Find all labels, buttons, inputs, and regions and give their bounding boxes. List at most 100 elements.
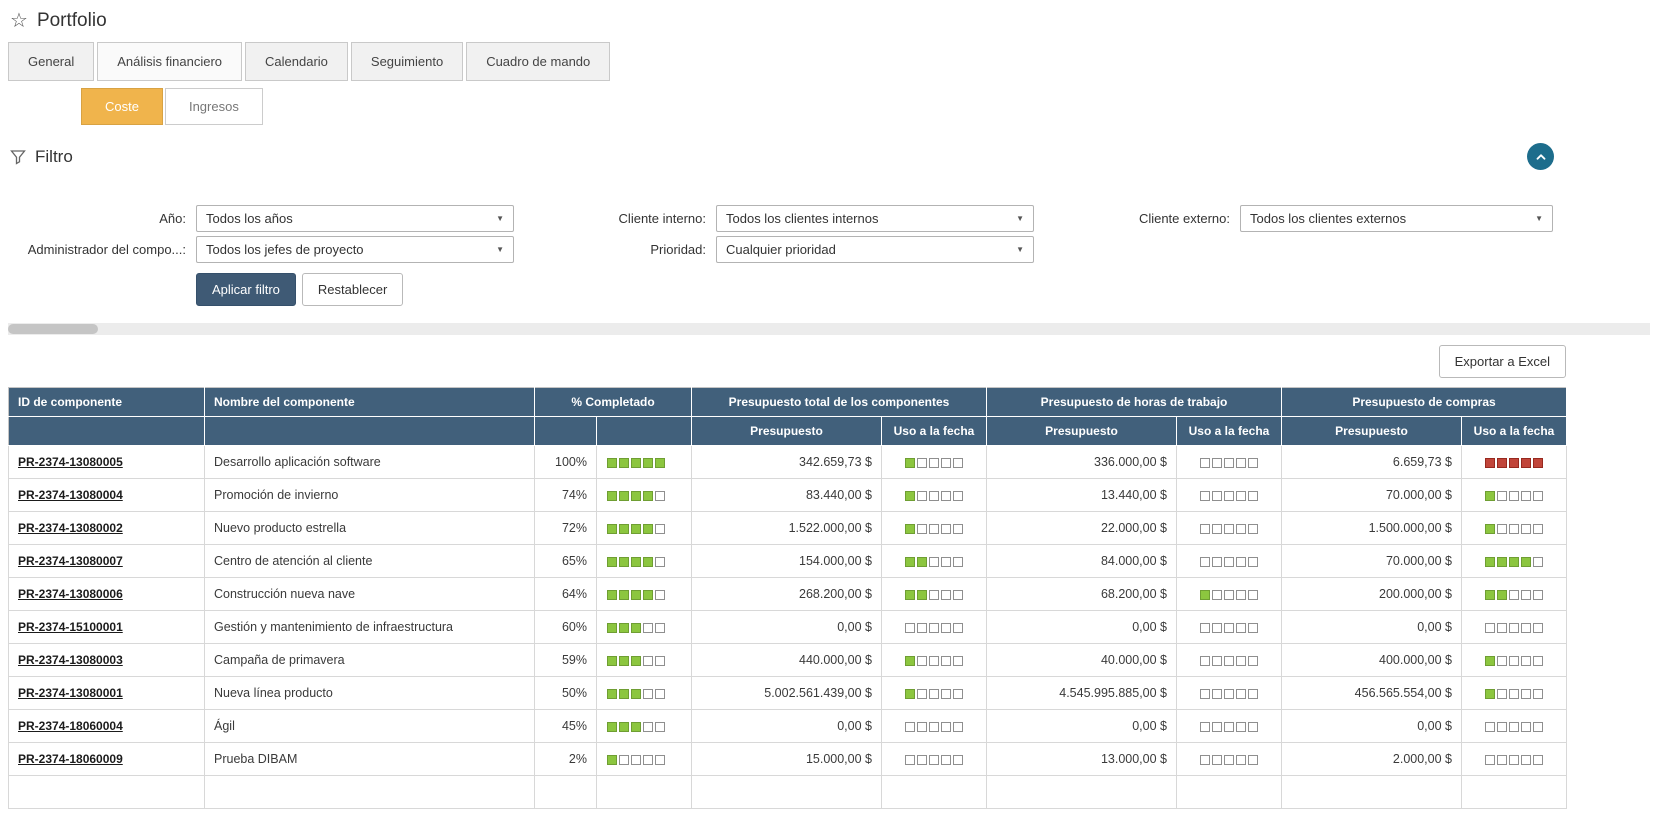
tab-seguimiento[interactable]: Seguimiento	[350, 42, 464, 81]
progress-squares	[606, 587, 666, 601]
empty-square	[1248, 754, 1258, 765]
subcolumn-header-uso-a-la-fecha-5: Uso a la fecha	[881, 416, 987, 446]
filled-green-square	[607, 556, 617, 567]
empty-square	[1224, 490, 1234, 501]
hours-budget-cell: 0,00 $	[986, 610, 1177, 644]
dropdown-arrow-icon: ▼	[1016, 214, 1024, 223]
empty-cell	[691, 775, 882, 809]
apply-filter-button[interactable]: Aplicar filtro	[196, 273, 296, 306]
hours-usage-cell	[1176, 742, 1282, 776]
component-id-link[interactable]: PR-2374-13080002	[18, 521, 123, 535]
component-id-link[interactable]: PR-2374-13080006	[18, 587, 123, 601]
filled-red-square	[1485, 457, 1495, 468]
progress-squares	[1484, 554, 1544, 568]
progress-squares	[1484, 752, 1544, 766]
purchases-budget-cell: 1.500.000,00 $	[1281, 511, 1462, 545]
empty-square	[929, 754, 939, 765]
total-usage-cell	[881, 709, 987, 743]
empty-square	[1497, 622, 1507, 633]
component-id-link[interactable]: PR-2374-13080005	[18, 455, 123, 469]
progress-squares	[1484, 587, 1544, 601]
empty-square	[953, 754, 963, 765]
progress-squares	[1199, 488, 1259, 502]
collapse-filter-button[interactable]	[1527, 143, 1554, 170]
component-id-link[interactable]: PR-2374-15100001	[18, 620, 123, 634]
main-tabs: General Análisis financiero Calendario Segu…	[8, 42, 1650, 81]
filter-select-administrador-del-componente[interactable]: Todos los jefes de proyecto ▼	[196, 236, 514, 263]
filled-green-square	[631, 523, 641, 534]
filled-green-square	[643, 589, 653, 600]
filter-section: Filtro Año: Todos los años ▼ Cliente intern…	[8, 143, 1650, 306]
percent-complete-cell: 50%	[534, 676, 597, 710]
empty-square	[1212, 457, 1222, 468]
empty-square	[1521, 490, 1531, 501]
filter-select-cliente-interno[interactable]: Todos los clientes internos ▼	[716, 205, 1034, 232]
subtab-ingresos[interactable]: Ingresos	[164, 88, 263, 125]
empty-square	[1533, 523, 1543, 534]
filled-green-square	[619, 622, 629, 633]
hours-budget-cell: 13.000,00 $	[986, 742, 1177, 776]
filled-green-square	[917, 589, 927, 600]
progress-squares	[1199, 587, 1259, 601]
empty-square	[929, 490, 939, 501]
progress-squares	[1484, 719, 1544, 733]
hours-usage-cell	[1176, 478, 1282, 512]
empty-square	[917, 721, 927, 732]
empty-square	[1248, 622, 1258, 633]
column-header-presupuesto-total-de-los-componentes: Presupuesto total de los componentes	[691, 387, 987, 417]
component-id-link[interactable]: PR-2374-18060009	[18, 752, 123, 766]
tab-general[interactable]: General	[8, 42, 95, 81]
tab-cuadro-de-mando[interactable]: Cuadro de mando	[466, 42, 611, 81]
export-excel-button[interactable]: Exportar a Excel	[1438, 345, 1566, 378]
hours-budget-cell: 40.000,00 $	[986, 643, 1177, 677]
filter-select-prioridad[interactable]: Cualquier prioridad ▼	[716, 236, 1034, 263]
component-id-cell: PR-2374-13080006	[8, 577, 205, 611]
progress-squares	[1199, 620, 1259, 634]
empty-cell	[596, 775, 692, 809]
filter-select-ano[interactable]: Todos los años ▼	[196, 205, 514, 232]
favorite-star-icon[interactable]: ☆	[10, 11, 28, 31]
progress-squares	[904, 752, 964, 766]
component-id-link[interactable]: PR-2374-18060004	[18, 719, 123, 733]
component-id-link[interactable]: PR-2374-13080007	[18, 554, 123, 568]
filled-green-square	[1509, 556, 1519, 567]
empty-square	[1248, 688, 1258, 699]
empty-square	[941, 490, 951, 501]
tab-calendario[interactable]: Calendario	[245, 42, 348, 81]
filter-grid: Año: Todos los años ▼ Cliente interno: Todos…	[8, 205, 1650, 263]
subtab-coste[interactable]: Coste	[81, 88, 163, 125]
component-id-link[interactable]: PR-2374-13080001	[18, 686, 123, 700]
empty-square	[929, 622, 939, 633]
subcolumn-header-empty	[204, 416, 535, 446]
component-id-link[interactable]: PR-2374-13080003	[18, 653, 123, 667]
hours-usage-cell	[1176, 577, 1282, 611]
subcolumn-header-uso-a-la-fecha-7: Uso a la fecha	[1176, 416, 1282, 446]
percent-squares-cell	[596, 742, 692, 776]
empty-square	[1212, 523, 1222, 534]
empty-square	[941, 622, 951, 633]
filled-green-square	[631, 457, 641, 468]
purchases-budget-cell: 0,00 $	[1281, 610, 1462, 644]
empty-square	[953, 589, 963, 600]
purchases-budget-cell: 200.000,00 $	[1281, 577, 1462, 611]
purchases-usage-cell	[1460, 445, 1568, 479]
empty-square	[1212, 721, 1222, 732]
filled-green-square	[1521, 556, 1531, 567]
table-row: PR-2374-13080003 Campaña de primavera 59% 4…	[8, 643, 1568, 677]
page-title: Portfolio	[36, 10, 107, 31]
scrollbar-thumb[interactable]	[8, 324, 98, 334]
horizontal-scrollbar[interactable]	[8, 323, 1650, 335]
filled-green-square	[905, 655, 915, 666]
empty-square	[643, 622, 653, 633]
filled-green-square	[607, 490, 617, 501]
empty-square	[1497, 721, 1507, 732]
empty-square	[941, 655, 951, 666]
component-id-link[interactable]: PR-2374-13080004	[18, 488, 123, 502]
dropdown-arrow-icon: ▼	[1535, 214, 1543, 223]
empty-square	[643, 754, 653, 765]
empty-square	[917, 655, 927, 666]
filter-select-cliente-externo[interactable]: Todos los clientes externos ▼	[1240, 205, 1553, 232]
column-header-presupuesto-de-compras: Presupuesto de compras	[1281, 387, 1568, 417]
tab-analisis-financiero[interactable]: Análisis financiero	[97, 42, 243, 81]
reset-filter-button[interactable]: Restablecer	[301, 273, 404, 306]
